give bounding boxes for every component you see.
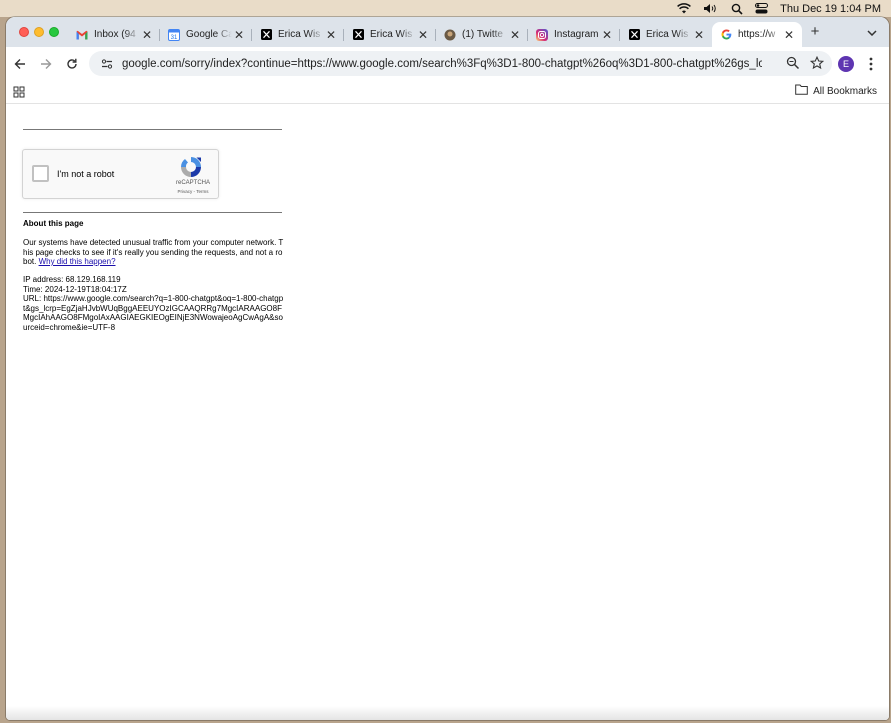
tab-x-erica-2[interactable]: Erica Wis ✕ [344,22,436,47]
tab-gmail[interactable]: Inbox (94 ✕ [68,22,160,47]
instagram-icon [536,28,548,41]
not-a-robot-checkbox[interactable] [32,165,49,182]
tab-google-sorry[interactable]: https://w ✕ [712,22,802,47]
tab-x-erica-1[interactable]: Erica Wis ✕ [252,22,344,47]
browser-toolbar: google.com/sorry/index?continue=https://… [6,47,889,80]
recaptcha-brand: reCAPTCHA [175,180,210,186]
close-tab-icon[interactable]: ✕ [232,28,246,42]
close-tab-icon[interactable]: ✕ [600,28,614,42]
divider [23,129,282,130]
zoom-icon[interactable] [786,56,800,75]
new-tab-button[interactable]: + [806,24,824,39]
tab-title: Erica Wis [370,29,413,40]
google-icon [720,29,732,41]
folder-icon [795,84,808,98]
request-time: Time: 2024-12-19T18:04:17Z [23,284,127,294]
close-tab-icon[interactable]: ✕ [324,28,338,42]
recaptcha-privacy-terms-link[interactable]: Privacy - Terms [169,189,217,194]
tab-title: (1) Twitte [462,29,503,40]
gmail-icon [76,29,88,41]
menu-bar: Thu Dec 19 1:04 PM [0,0,891,17]
why-did-this-happen-link[interactable]: Why did this happen? [39,257,116,266]
x-icon [352,29,364,41]
tab-title: Instagram [554,29,599,40]
tab-google-calendar[interactable]: 31 Google Ca ✕ [160,22,252,47]
x-icon [628,29,640,41]
x-icon [260,29,272,41]
browser-window: Inbox (94 ✕ 31 Google Ca ✕ Erica Wis ✕ E… [6,17,889,720]
tab-search-chevron-icon[interactable] [864,25,880,41]
tab-x-erica-3[interactable]: Erica Wis ✕ [620,22,712,47]
reload-icon[interactable] [63,55,81,73]
close-window-button[interactable] [19,27,29,37]
request-details: IP address: 68.129.168.119 Time: 2024-12… [23,275,285,332]
forward-arrow-icon[interactable] [37,55,55,73]
recaptcha-label: I'm not a robot [57,169,115,179]
divider [23,212,282,213]
search-icon[interactable] [731,0,743,17]
page-content: I'm not a robot reCAPTCHA Privacy - Term… [6,105,889,720]
svg-text:31: 31 [171,35,178,41]
recaptcha-widget: I'm not a robot reCAPTCHA Privacy - Term… [22,149,219,199]
twitter-avatar-icon [444,29,456,41]
bookmark-star-icon[interactable] [809,55,825,75]
close-tab-icon[interactable]: ✕ [508,28,522,42]
menu-bar-clock[interactable]: Thu Dec 19 1:04 PM [780,0,881,17]
ip-address: IP address: 68.129.168.119 [23,275,121,284]
url-text[interactable]: google.com/sorry/index?continue=https://… [122,58,762,70]
control-center-icon[interactable] [755,0,769,17]
tab-title: Inbox (94 [94,29,136,40]
all-bookmarks-label: All Bookmarks [813,85,877,97]
tab-title: Google Ca [186,29,232,40]
close-tab-icon[interactable]: ✕ [692,28,706,42]
tab-twitter[interactable]: (1) Twitte ✕ [436,22,528,47]
zoom-window-button[interactable] [49,27,59,37]
tab-strip: Inbox (94 ✕ 31 Google Ca ✕ Erica Wis ✕ E… [6,17,889,47]
google-calendar-icon: 31 [168,28,180,41]
tab-title: https://w [738,29,776,40]
profile-avatar[interactable]: E [838,56,854,72]
more-menu-icon[interactable] [866,56,876,72]
tab-instagram[interactable]: Instagram ✕ [528,22,620,47]
back-arrow-icon[interactable] [11,55,29,73]
all-bookmarks-button[interactable]: All Bookmarks [795,84,877,98]
bookmarks-bar: All Bookmarks [6,80,889,104]
address-bar[interactable]: google.com/sorry/index?continue=https://… [89,51,832,76]
apps-grid-icon[interactable] [13,85,25,103]
close-tab-icon[interactable]: ✕ [782,28,796,42]
about-heading: About this page [23,219,84,228]
wifi-icon[interactable] [677,0,692,17]
site-info-icon[interactable] [95,58,119,69]
speaker-icon[interactable] [703,0,719,17]
tab-title: Erica Wis [646,29,689,40]
request-url: URL: https://www.google.com/search?q=1-8… [23,294,284,332]
tab-title: Erica Wis [278,29,321,40]
unusual-traffic-message: Our systems have detected unusual traffi… [23,238,285,267]
close-tab-icon[interactable]: ✕ [140,28,154,42]
minimize-window-button[interactable] [34,27,44,37]
close-tab-icon[interactable]: ✕ [416,28,430,42]
